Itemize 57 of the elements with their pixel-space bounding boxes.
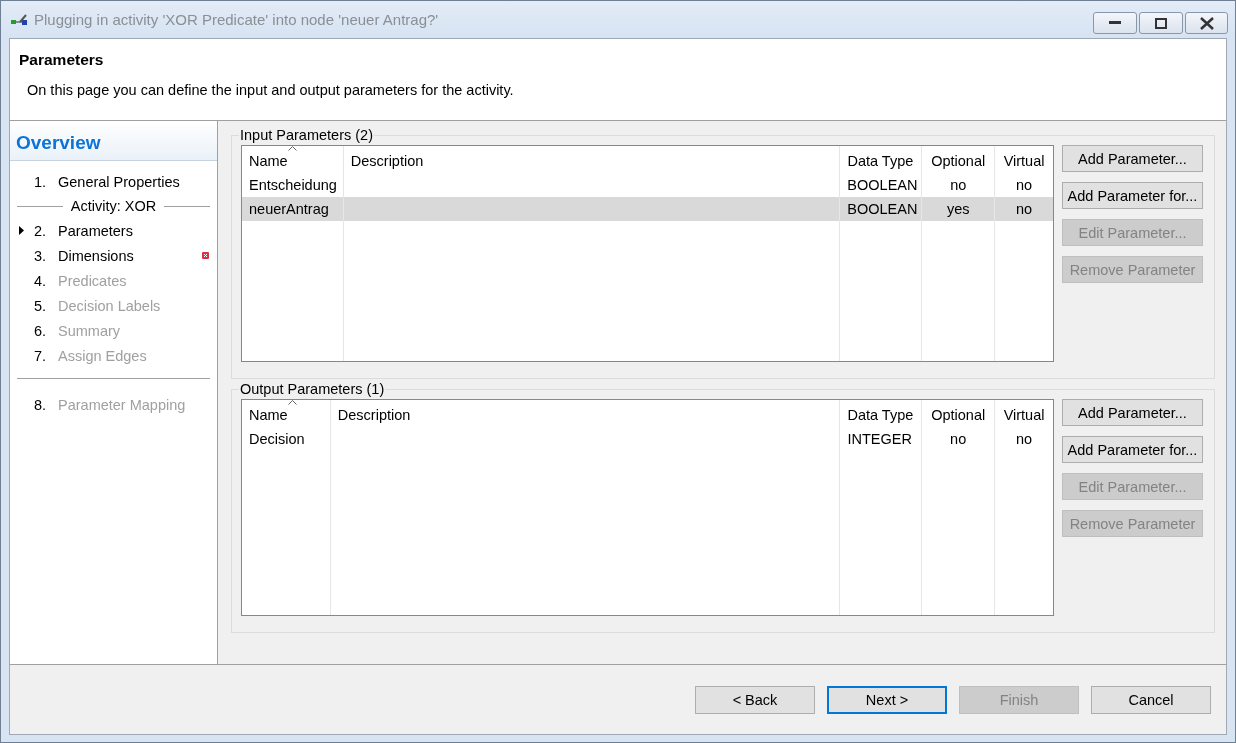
page-description: On this page you can define the input and output parameters for the activity. xyxy=(27,82,515,98)
table-cell: no xyxy=(1016,177,1033,193)
close-button[interactable] xyxy=(1185,12,1228,34)
table-cell: BOOLEAN xyxy=(847,201,918,217)
table-cell: no xyxy=(950,177,967,193)
column-header[interactable]: Optional xyxy=(922,146,996,173)
page-title: Parameters xyxy=(19,51,105,69)
wizard-button[interactable]: Cancel xyxy=(1091,685,1211,714)
column-header[interactable]: Name xyxy=(242,146,344,173)
table-cell: no xyxy=(1016,201,1033,217)
parameter-button[interactable]: Add Parameter for... xyxy=(1062,436,1203,463)
sort-icon xyxy=(288,400,297,405)
table-cell: Decision xyxy=(249,431,305,447)
maximize-button[interactable] xyxy=(1139,12,1183,34)
group-title: Output Parameters (1) xyxy=(239,381,386,397)
step-number: 1. xyxy=(34,173,48,190)
maximize-icon xyxy=(1155,17,1167,29)
step-number: 5. xyxy=(34,297,48,314)
step-number: 7. xyxy=(34,347,48,364)
step-number: 6. xyxy=(34,322,48,339)
step-number: 4. xyxy=(34,272,48,289)
column-header[interactable]: Virtual xyxy=(995,400,1053,427)
parameter-button[interactable]: Add Parameter for... xyxy=(1062,182,1203,209)
table-cell: Entscheidung xyxy=(249,177,337,193)
section-label: Activity: XOR xyxy=(70,198,157,214)
window-title: Plugging in activity 'XOR Predicate' into node 'neuer Antrag?' xyxy=(34,11,439,28)
step-number: 8. xyxy=(34,396,48,413)
table-cell: no xyxy=(950,431,967,447)
sort-icon xyxy=(288,146,297,151)
column-header[interactable]: Virtual xyxy=(995,146,1053,173)
wizard-button[interactable]: < Back xyxy=(695,685,815,714)
table-cell: BOOLEAN xyxy=(847,177,918,193)
table-row[interactable]: neuerAntrag BOOLEAN yes no xyxy=(242,197,1053,221)
column-header[interactable]: Name xyxy=(242,400,331,427)
minimize-button[interactable] xyxy=(1093,12,1137,34)
column-header[interactable]: Description xyxy=(343,146,841,173)
minimize-icon xyxy=(1109,21,1121,25)
parameter-button[interactable]: Add Parameter... xyxy=(1062,145,1203,172)
column-header[interactable]: Data Type xyxy=(840,146,923,173)
table-row[interactable]: Decision INTEGER no no xyxy=(242,427,1053,451)
plug-icon xyxy=(11,12,29,27)
table-cell: no xyxy=(1015,431,1033,447)
table-cell: neuerAntrag xyxy=(249,201,329,217)
column-header[interactable]: Data Type xyxy=(840,400,923,427)
wizard-button[interactable]: Next > xyxy=(827,685,947,714)
column-header[interactable]: Optional xyxy=(922,400,996,427)
step-number: 3. xyxy=(34,247,48,264)
close-icon xyxy=(1199,16,1214,30)
step-number: 2. xyxy=(34,222,48,239)
table-cell: INTEGER xyxy=(847,431,912,447)
step-link[interactable]: Dimensions xyxy=(58,247,134,264)
parameter-button[interactable]: Add Parameter... xyxy=(1062,399,1203,426)
table-cell: yes xyxy=(946,201,970,217)
group-title: Input Parameters (2) xyxy=(239,127,374,143)
step-link[interactable]: General Properties xyxy=(58,173,180,190)
column-header[interactable]: Description xyxy=(330,400,841,427)
step-link[interactable]: Parameters xyxy=(58,222,133,239)
